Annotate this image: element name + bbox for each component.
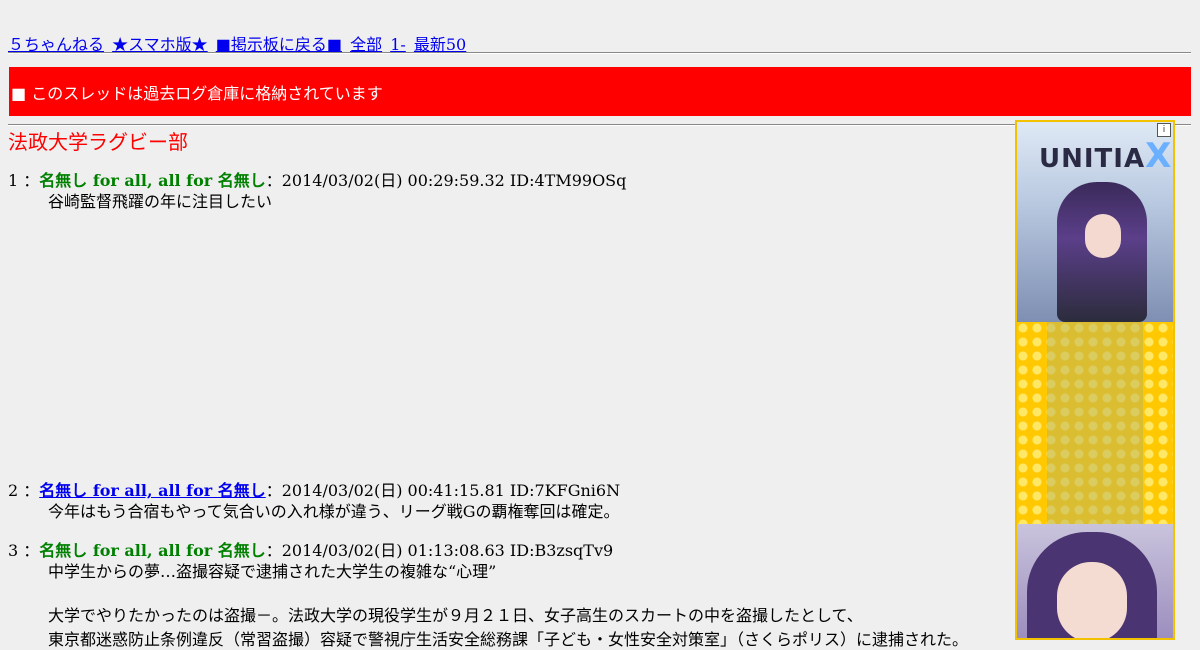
ad-character-face-bottom (1057, 562, 1127, 638)
ad-top-artwork: UNITIAX (1017, 122, 1173, 322)
post-separator: ： (23, 541, 40, 560)
archive-notice-text: ■ このスレッドは過去ログ倉庫に格納されています (11, 83, 383, 103)
divider-top (8, 52, 1191, 54)
post-meta: ：2014/03/02(日) 00:29:59.32 ID:4TM99OSq (265, 171, 627, 190)
side-advertisement[interactable]: UNITIAX i (1015, 120, 1175, 640)
post-number[interactable]: 2 (8, 481, 18, 500)
post-line: 谷崎監督飛躍の年に注目したい (48, 192, 273, 211)
ad-logo-text: UNITIA (1039, 144, 1146, 174)
post-number[interactable]: 1 (8, 171, 18, 190)
post-line: 今年はもう合宿もやって気合いの入れ様が違う、リーグ戦Gの覇権奪回は確定。 (48, 502, 620, 521)
post-message: 今年はもう合宿もやって気合いの入れ様が違う、リーグ戦Gの覇権奪回は確定。 (48, 498, 620, 522)
post-message: 谷崎監督飛躍の年に注目したい (48, 188, 272, 212)
post-line: 中学生からの夢…盗撮容疑で逮捕された大学生の複雑な“心理” (48, 562, 497, 581)
ad-info-icon[interactable]: i (1157, 123, 1171, 137)
post-separator: ： (23, 171, 40, 190)
ad-character-face (1085, 214, 1121, 258)
post-line: 大学でやりたかったのは盗撮－。法政大学の現役学生が９月２１日、女子高生のスカート… (48, 606, 863, 625)
ad-logo-mark: X (1145, 136, 1173, 176)
ad-blurred-panel (1047, 322, 1143, 524)
ad-logo: UNITIAX (1039, 136, 1172, 176)
archive-notice-banner: ■ このスレッドは過去ログ倉庫に格納されています (9, 67, 1191, 116)
post-separator: ： (23, 481, 40, 500)
post-message: 中学生からの夢…盗撮容疑で逮捕された大学生の複雑な“心理” 大学でやりたかったの… (48, 558, 968, 650)
thread-title: 法政大学ラグビー部 (8, 130, 188, 154)
post-number[interactable]: 3 (8, 541, 18, 560)
